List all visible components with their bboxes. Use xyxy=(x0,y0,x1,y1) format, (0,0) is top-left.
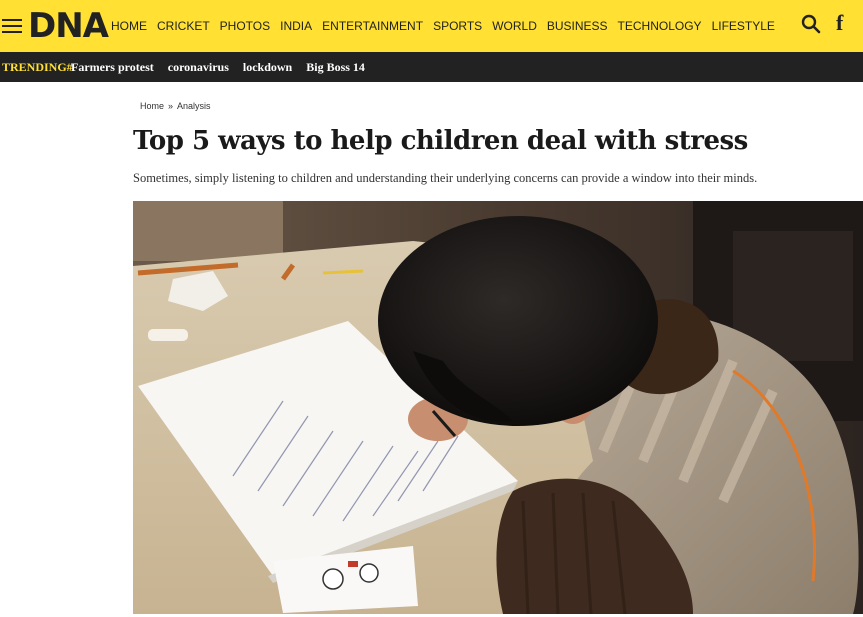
nav-item-india[interactable]: INDIA xyxy=(280,19,312,33)
nav-item-world[interactable]: WORLD xyxy=(492,19,537,33)
breadcrumb: Home » Analysis xyxy=(140,101,211,111)
breadcrumb-separator: » xyxy=(168,101,174,111)
breadcrumb-section[interactable]: Analysis xyxy=(177,101,211,111)
nav-item-cricket[interactable]: CRICKET xyxy=(157,19,210,33)
trending-item[interactable]: coronavirus xyxy=(168,60,229,74)
nav-item-technology[interactable]: TECHNOLOGY xyxy=(618,19,702,33)
nav-item-home[interactable]: HOME xyxy=(111,19,147,33)
search-icon[interactable] xyxy=(801,14,821,34)
nav-item-sports[interactable]: SPORTS xyxy=(433,19,482,33)
top-header: DNA HOME CRICKET PHOTOS INDIA ENTERTAINM… xyxy=(0,0,863,52)
hero-image xyxy=(133,201,863,614)
nav-item-photos[interactable]: PHOTOS xyxy=(220,19,270,33)
main-nav: HOME CRICKET PHOTOS INDIA ENTERTAINMENT … xyxy=(111,19,785,33)
trending-bar: TRENDING# Farmers protest coronavirus lo… xyxy=(0,52,863,82)
trending-item[interactable]: lockdown xyxy=(243,60,292,74)
trending-item[interactable]: Big Boss 14 xyxy=(306,60,365,74)
trending-label: TRENDING# xyxy=(2,60,73,74)
menu-icon[interactable] xyxy=(2,19,22,35)
nav-item-business[interactable]: BUSINESS xyxy=(547,19,608,33)
trending-item[interactable]: Farmers protest xyxy=(71,60,154,74)
facebook-icon[interactable]: f xyxy=(836,12,850,34)
breadcrumb-home[interactable]: Home xyxy=(140,101,164,111)
trending-list: Farmers protest coronavirus lockdown Big… xyxy=(71,60,379,74)
nav-item-lifestyle[interactable]: LIFESTYLE xyxy=(712,19,775,33)
nav-item-entertainment[interactable]: ENTERTAINMENT xyxy=(322,19,423,33)
site-logo[interactable]: DNA xyxy=(28,8,109,44)
article-subtitle: Sometimes, simply listening to children … xyxy=(133,171,758,185)
article-title: Top 5 ways to help children deal with st… xyxy=(133,126,748,156)
